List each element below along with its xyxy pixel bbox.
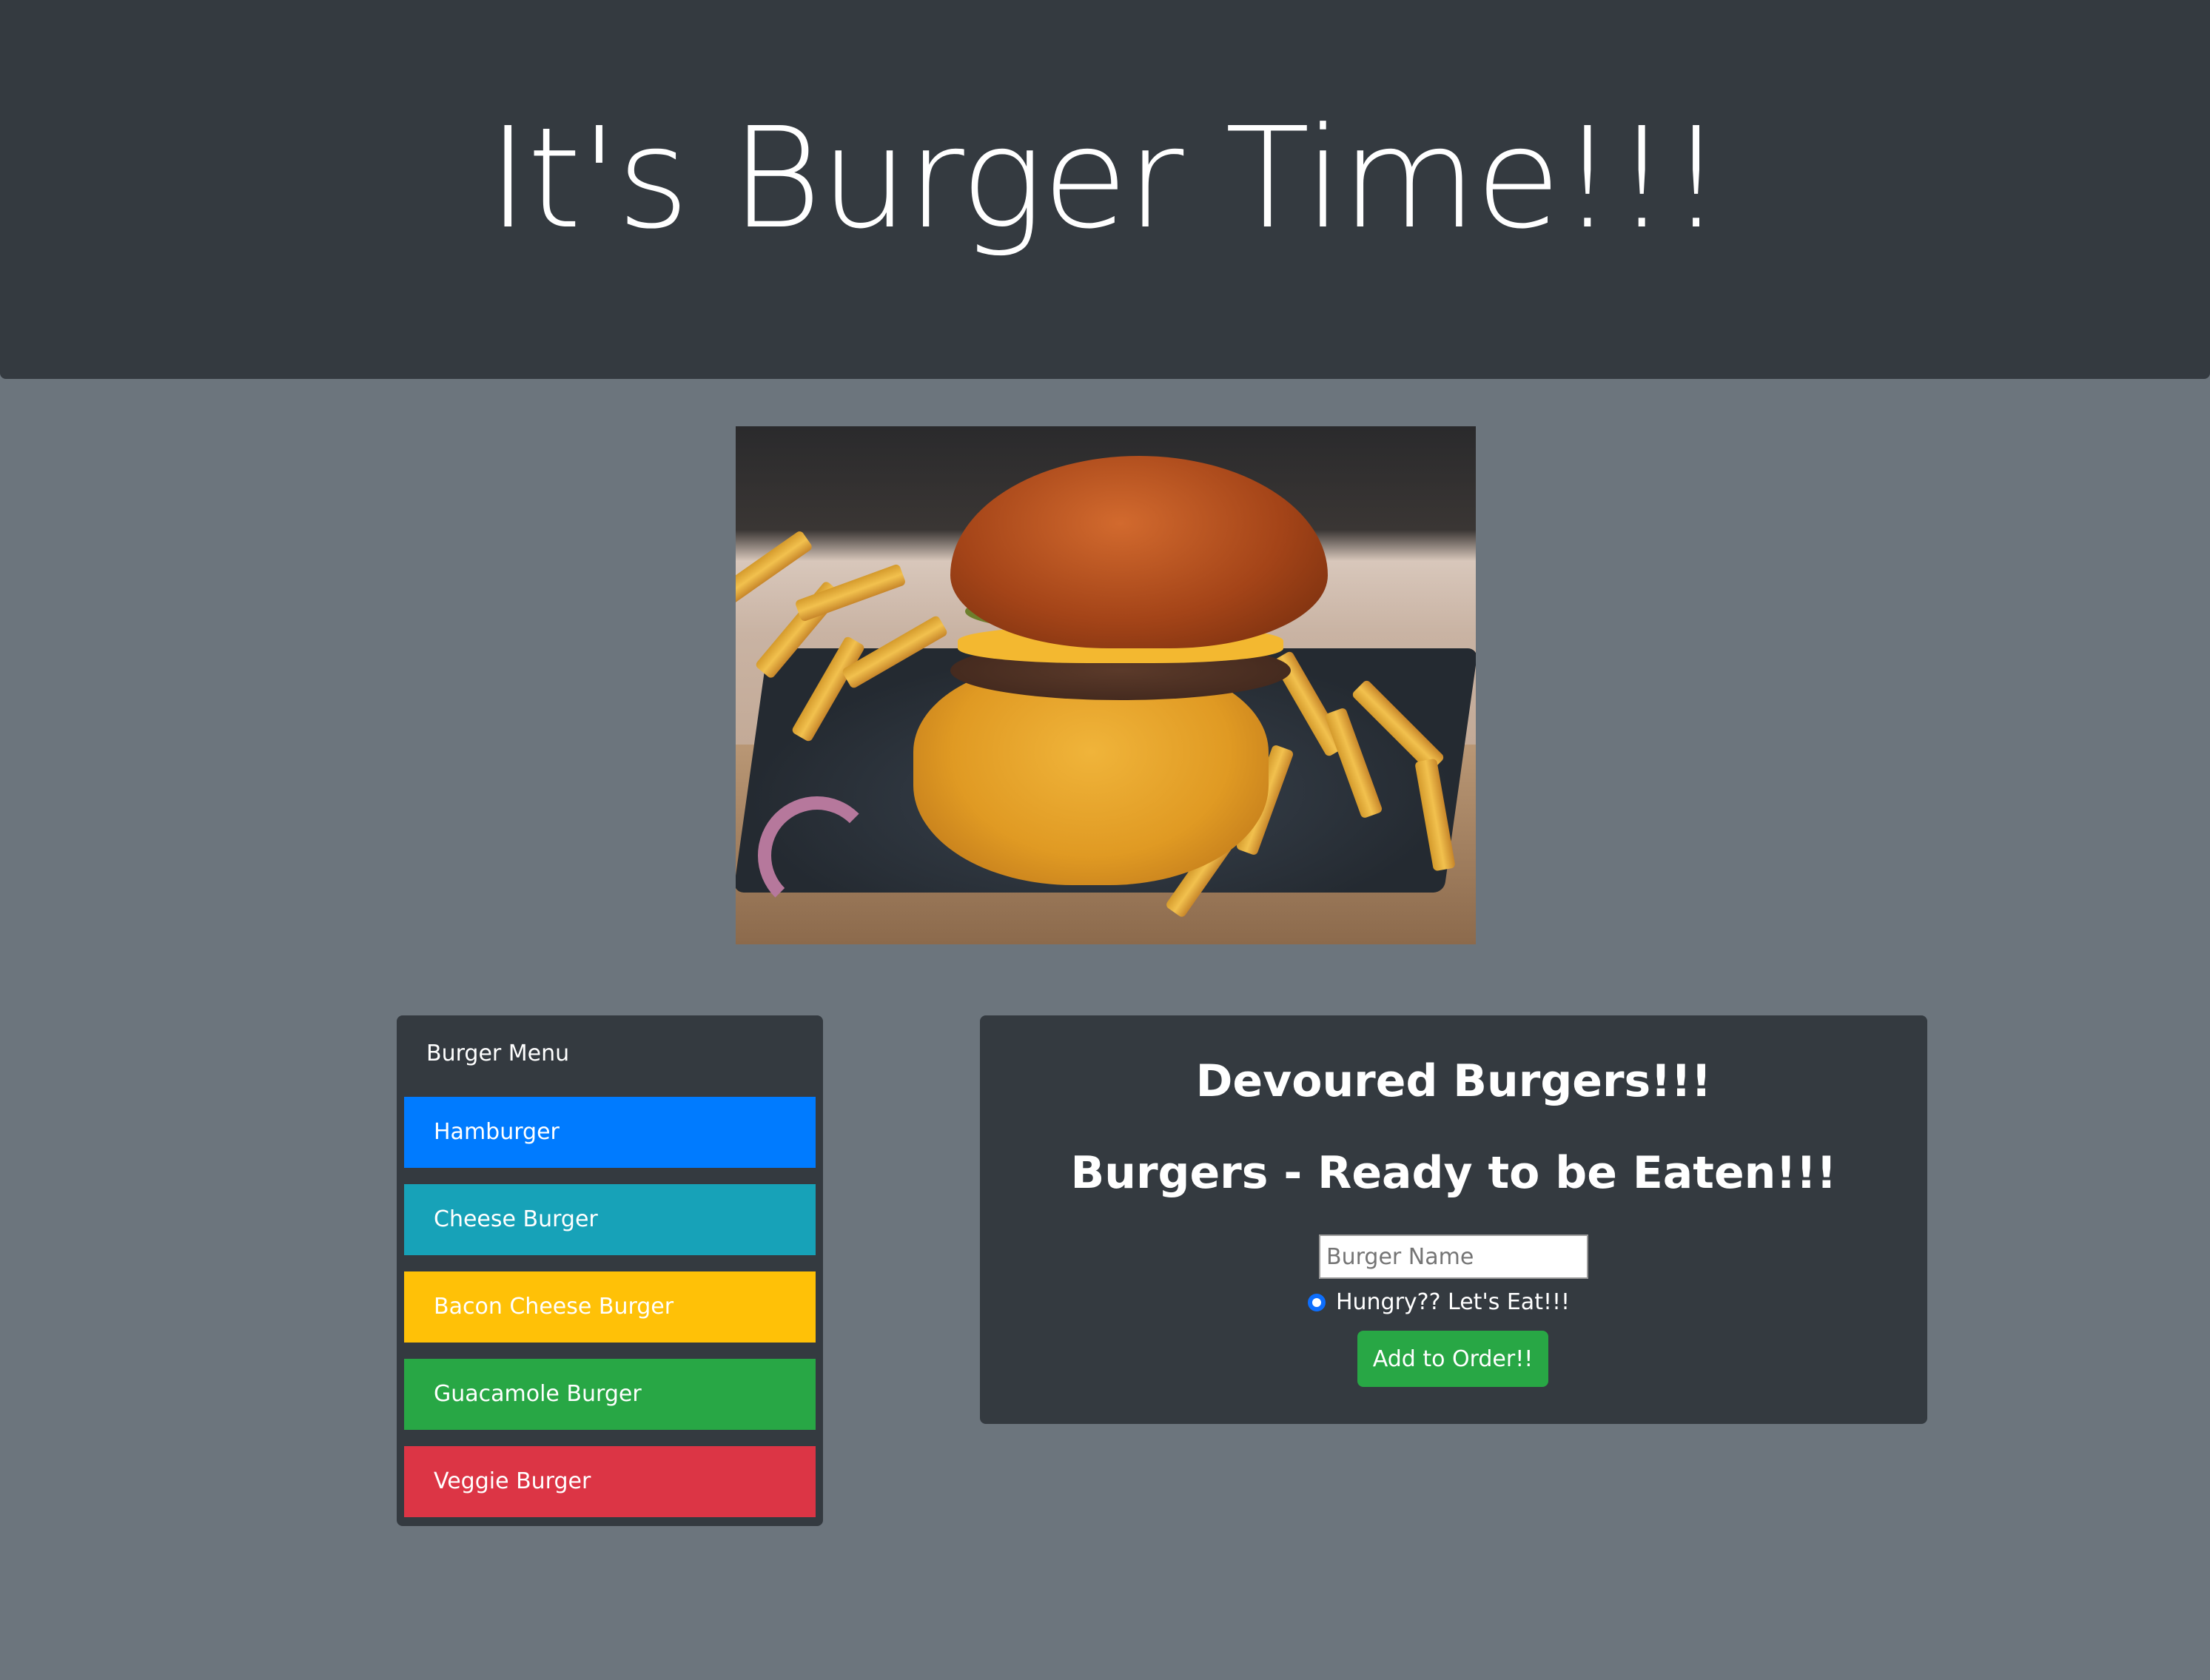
menu-item-veggie-burger[interactable]: Veggie Burger — [404, 1446, 816, 1517]
menu-item-bacon-cheese-burger[interactable]: Bacon Cheese Burger — [404, 1271, 816, 1343]
menu-item-guacamole-burger[interactable]: Guacamole Burger — [404, 1359, 816, 1430]
page-title: It's Burger Time!!! — [487, 97, 1724, 260]
bun — [950, 456, 1328, 648]
add-to-order-button[interactable]: Add to Order!! — [1357, 1331, 1548, 1387]
fry — [794, 563, 907, 622]
burger-hero-image — [736, 426, 1476, 944]
ready-title: Burgers - Ready to be Eaten!!! — [1070, 1147, 1837, 1199]
onion-ring — [758, 796, 876, 915]
burger-name-input[interactable] — [1319, 1234, 1588, 1279]
order-panel: Devoured Burgers!!! Burgers - Ready to b… — [980, 1015, 1927, 1424]
menu-item-cheese-burger[interactable]: Cheese Burger — [404, 1184, 816, 1255]
header-jumbotron: It's Burger Time!!! — [0, 0, 2210, 379]
radio-label: Hungry?? Let's Eat!!! — [1335, 1289, 1571, 1315]
hungry-radio-row[interactable]: Hungry?? Let's Eat!!! — [980, 1289, 1927, 1315]
radio-icon[interactable] — [1307, 1293, 1326, 1311]
menu-list: Hamburger Cheese Burger Bacon Cheese Bur… — [404, 1097, 816, 1517]
menu-item-hamburger[interactable]: Hamburger — [404, 1097, 816, 1168]
devoured-title: Devoured Burgers!!! — [1195, 1055, 1712, 1107]
burger-menu-panel: Burger Menu Hamburger Cheese Burger Baco… — [397, 1015, 823, 1526]
menu-title: Burger Menu — [426, 1041, 570, 1066]
